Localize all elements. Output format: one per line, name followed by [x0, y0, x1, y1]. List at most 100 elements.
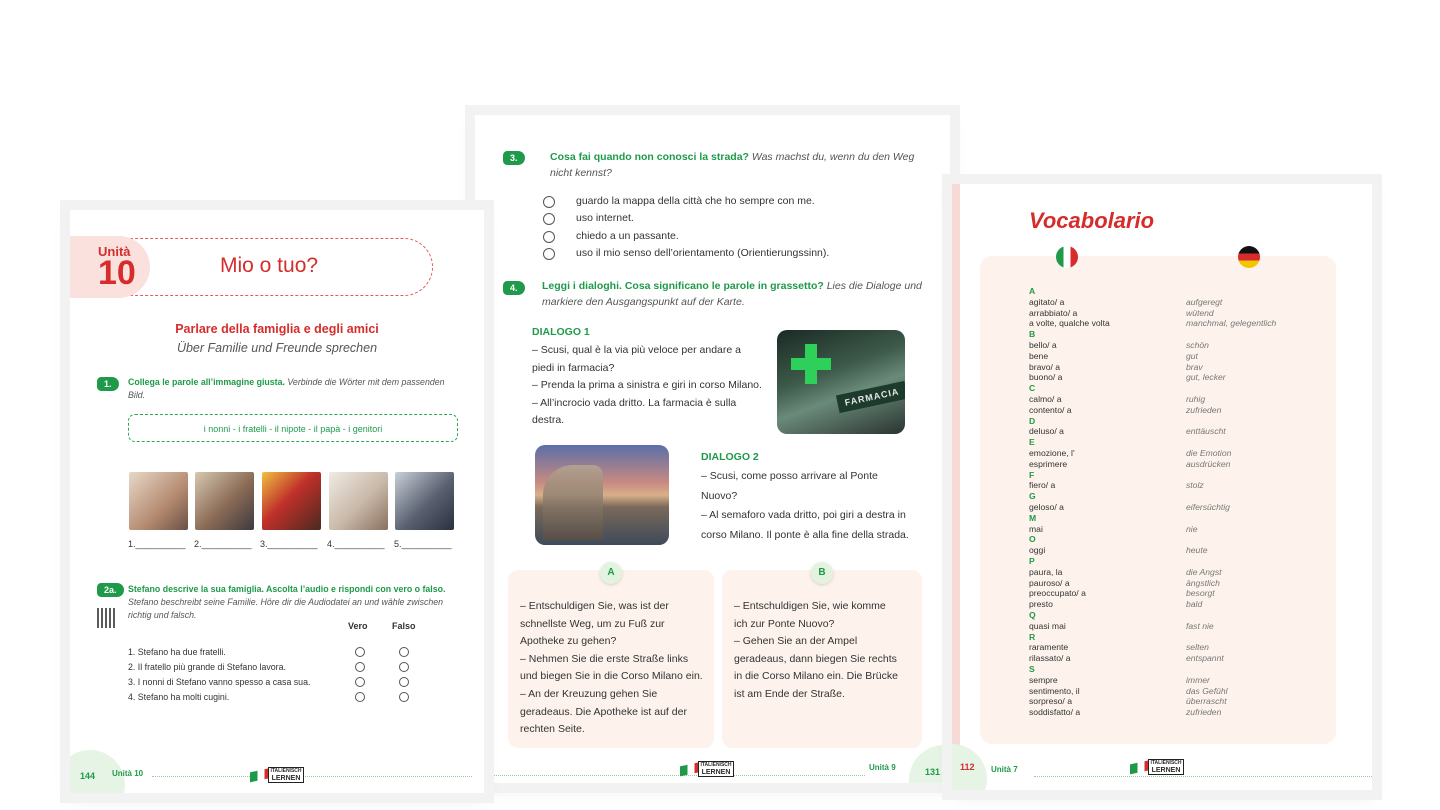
- vocabulary-italian: fiero/ a: [1029, 480, 1056, 491]
- vocabulary-german: überrascht: [1186, 696, 1227, 707]
- option-circle[interactable]: [543, 213, 555, 225]
- vocabulary-italian: soddisfatto/ a: [1029, 707, 1081, 718]
- vocabulary-german: besorgt: [1186, 588, 1215, 599]
- family-photo-1: [129, 472, 188, 530]
- vocabulary-italian: oggi: [1029, 545, 1046, 556]
- page-unit-10: Unità 10 Mio o tuo? Parlare della famigl…: [70, 210, 484, 793]
- vocabulary-italian: bravo/ a: [1029, 361, 1061, 372]
- brand-logo: ITALIENISCH LERNEN: [680, 761, 734, 777]
- vocabulary-italian: contento/ a: [1029, 404, 1072, 415]
- vocabulary-italian: mai: [1029, 523, 1043, 534]
- exercise-1-number: 1.: [97, 377, 119, 391]
- vocabulary-title: Vocabolario: [1029, 208, 1155, 233]
- vocabulary-german: eifersüchtig: [1186, 502, 1230, 512]
- pharmacy-cross-icon: [791, 344, 831, 384]
- vocabulary-german: zufrieden: [1186, 404, 1222, 415]
- vocabulary-letter-heading: C: [1029, 383, 1036, 394]
- exercise-1-title: Collega le parole all’immagine giusta. V…: [128, 377, 445, 400]
- vocabulary-letter-heading: O: [1029, 534, 1036, 545]
- footer-page-number: 144: [80, 771, 96, 781]
- vocabulary-letter-heading: S: [1029, 664, 1035, 674]
- vocabulary-german: ängstlich: [1186, 577, 1220, 588]
- qr-code-icon[interactable]: [97, 608, 117, 628]
- dialog-1-text: – Scusi, qual è la via più veloce per an…: [532, 344, 762, 426]
- footer-rule: [152, 776, 472, 777]
- brand-logo: ITALIENISCH LERNEN: [1130, 759, 1184, 775]
- vocabulary-german: aufgeregt: [1186, 296, 1223, 307]
- vocabulary-italian: bello/ a: [1029, 340, 1057, 350]
- option-4: uso il mio senso dell’orientamento (Orie…: [576, 247, 830, 259]
- vocabulary-italian: deluso/ a: [1029, 426, 1064, 437]
- vocabulary-letter-heading: F: [1029, 469, 1035, 480]
- statement-3: 3. I nonni di Stefano vanno spesso a cas…: [128, 677, 311, 687]
- page-title: Mio o tuo?: [220, 254, 319, 277]
- page-edge: [952, 184, 960, 790]
- vocabulary-italian: a volte, qualche volta: [1029, 318, 1110, 329]
- option-circle[interactable]: [543, 196, 555, 208]
- statement-2: 2. Il fratello più grande di Stefano lav…: [128, 662, 286, 672]
- true-radio[interactable]: [355, 692, 365, 702]
- vocabulary-letter-heading: R: [1029, 631, 1036, 642]
- vocabulary-italian: esprimere: [1029, 458, 1068, 469]
- card-a-text: – Entschuldigen Sie, was ist der schnell…: [520, 600, 703, 736]
- false-radio[interactable]: [399, 677, 409, 687]
- vocabulary-italian: rilassato/ a: [1029, 653, 1071, 664]
- subtitle-italian: Parlare della famiglia e degli amici: [175, 322, 379, 336]
- option-circle[interactable]: [543, 248, 555, 260]
- vocabulary-german: enttäuscht: [1186, 426, 1226, 437]
- option-circle[interactable]: [543, 231, 555, 243]
- footer-rule: [480, 775, 865, 776]
- page-unit-9: 3. Cosa fai quando non conosci la strada…: [475, 115, 950, 783]
- vocabulary-italian: buono/ a: [1029, 372, 1063, 383]
- brand-logo: ITALIENISCH LERNEN: [250, 767, 304, 783]
- exercise-4-title: Leggi i dialoghi. Cosa significano le pa…: [542, 280, 922, 308]
- german-flag-icon: [1238, 246, 1260, 268]
- answer-blank[interactable]: 5.__________: [394, 539, 452, 549]
- column-false: Falso: [392, 621, 416, 631]
- vocabulary-letter-heading: E: [1029, 437, 1035, 448]
- true-radio[interactable]: [355, 662, 365, 672]
- vocabulary-italian: sorpreso/ a: [1029, 696, 1072, 707]
- exercise-2a-title: Stefano descrive la sua famiglia. Ascolt…: [128, 584, 446, 620]
- vocabulary-letter-heading: M: [1029, 512, 1037, 523]
- answer-blank[interactable]: 2.__________: [194, 539, 252, 549]
- true-radio[interactable]: [355, 647, 365, 657]
- family-photo-4: [329, 472, 388, 530]
- footer-unit: Unità 7: [991, 765, 1018, 774]
- footer-rule: [1034, 776, 1372, 777]
- answer-blank[interactable]: 3.__________: [260, 539, 318, 549]
- vocabulary-italian: quasi mai: [1029, 620, 1066, 631]
- vocabulary-italian: pauroso/ a: [1029, 577, 1070, 588]
- vocabulary-german: gut: [1186, 350, 1198, 361]
- false-radio[interactable]: [399, 692, 409, 702]
- statement-1: 1. Stefano ha due fratelli.: [128, 647, 226, 657]
- vocabulary-german: das Gefühl: [1186, 685, 1228, 696]
- vocabulary-german: fast nie: [1186, 620, 1214, 631]
- false-radio[interactable]: [399, 647, 409, 657]
- family-photo-2: [195, 472, 254, 530]
- vocabulary-german: manchmal, gelegentlich: [1186, 318, 1277, 329]
- vocabulary-italian: emozione, l': [1029, 448, 1075, 458]
- vocabulary-german: schön: [1186, 340, 1209, 350]
- answer-blank[interactable]: 1.__________: [128, 539, 186, 549]
- vocabulary-letter-heading: P: [1029, 556, 1035, 566]
- true-radio[interactable]: [355, 677, 365, 687]
- venice-bridge-photo: [535, 445, 669, 545]
- column-true: Vero: [348, 621, 368, 631]
- family-photo-5: [395, 472, 454, 530]
- vocabulary-italian: sentimento, il: [1029, 685, 1080, 696]
- statement-4: 4. Stefano ha molti cugini.: [128, 692, 230, 702]
- vocabulary-letter-heading: Q: [1029, 610, 1036, 620]
- answer-blank[interactable]: 4.__________: [327, 539, 385, 549]
- option-1: guardo la mappa della città che ho sempr…: [576, 195, 815, 207]
- footer-page-number: 131: [925, 767, 941, 777]
- subtitle-german: Über Familie und Freunde sprechen: [176, 341, 378, 355]
- card-b-label: B: [811, 562, 833, 584]
- vocabulary-german: bald: [1186, 599, 1203, 610]
- false-radio[interactable]: [399, 662, 409, 672]
- vocabulary-italian: bene: [1029, 350, 1049, 361]
- vocabulary-italian: presto: [1029, 599, 1053, 610]
- exercise-4-number: 4.: [503, 281, 525, 295]
- exercise-3-number: 3.: [503, 151, 525, 165]
- exercise-2a-number: 2a.: [97, 583, 124, 597]
